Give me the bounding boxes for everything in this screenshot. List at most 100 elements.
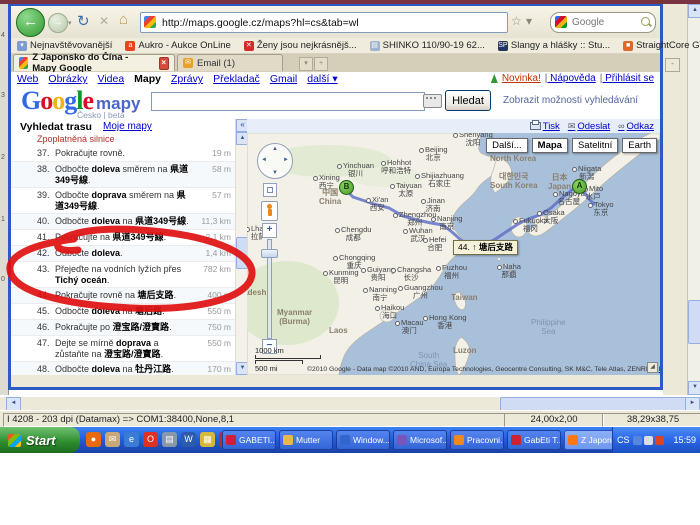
language-indicator[interactable]: CS <box>617 435 630 445</box>
direction-step[interactable]: 47. 550 m Dejte se mírně doprava a zůsta… <box>11 336 235 362</box>
direction-step[interactable]: 46. 750 m Pokračujte po 澄宝路/澄寶路. <box>11 320 235 336</box>
zoom-slider-thumb[interactable] <box>261 249 278 258</box>
bookmark-item[interactable]: a Aukro - Aukce OnLine <box>125 40 230 51</box>
scroll-left-icon[interactable]: ◄ <box>6 397 21 411</box>
direction-step[interactable]: 39. 57 m Odbočte doprava směrem na 県道349… <box>11 188 235 214</box>
google-nav-link[interactable]: Zprávy <box>171 73 203 85</box>
history-dropdown-icon[interactable]: ▾ <box>68 19 72 27</box>
google-nav-link[interactable]: Videa <box>98 73 125 85</box>
quick-launch-icon[interactable]: ✉ <box>105 432 120 447</box>
search-button[interactable]: Hledat <box>445 90 491 111</box>
tab-maps[interactable]: Z Japonsko do Čína - Mapy Google × <box>13 54 175 71</box>
task-button[interactable]: Pracovni... <box>450 430 504 450</box>
task-button[interactable]: GabEti T... <box>507 430 561 450</box>
tray-icon[interactable] <box>644 436 653 445</box>
bookmark-item[interactable]: ■ StraightCore GWP217... <box>623 40 700 51</box>
bookmark-dropdown-icon[interactable]: ▾ <box>526 14 532 28</box>
link-link[interactable]: ∞Odkaz <box>618 121 654 132</box>
tray-icon[interactable] <box>655 436 664 445</box>
map-type-button[interactable]: Další... <box>486 138 528 153</box>
task-button[interactable]: Window... <box>336 430 390 450</box>
quick-launch-icon[interactable]: ● <box>86 432 101 447</box>
direction-step[interactable]: 44. 400 m Pokračujte rovně na 塘后支路. <box>11 288 235 304</box>
pan-down-icon[interactable]: ▼ <box>272 170 278 176</box>
browser-search-box[interactable] <box>550 12 656 33</box>
map-pan-control[interactable]: ▲ ▼ ◄ ► <box>257 143 293 179</box>
new-tab-icon[interactable]: + <box>314 57 328 71</box>
quick-launch-icon[interactable]: O <box>143 432 158 447</box>
search-icon[interactable] <box>641 17 650 26</box>
bookmark-item[interactable]: ▾ Nejnavštěvovanější <box>17 40 112 51</box>
map-type-button[interactable]: Satelitní <box>572 138 618 153</box>
scroll-up-icon[interactable]: ▲ <box>688 4 700 18</box>
streetview-pegman-button[interactable] <box>261 201 278 221</box>
task-button[interactable]: Mutter <box>279 430 333 450</box>
scroll-down-icon[interactable]: ▼ <box>688 381 700 395</box>
home-icon[interactable]: ⌂ <box>119 11 128 28</box>
pan-left-icon[interactable]: ◄ <box>261 157 267 163</box>
send-link[interactable]: ✉Odeslat <box>568 121 610 132</box>
bookmark-item[interactable]: SP Slangy a hlášky :: Stu... <box>498 40 610 51</box>
search-options-link[interactable]: Zobrazit možnosti vyhledávání <box>503 95 638 106</box>
keyboard-icon[interactable] <box>423 94 442 108</box>
tab-email[interactable]: ✉ Email (1) <box>177 54 283 71</box>
google-account-link[interactable]: Přihlásit se <box>600 73 654 84</box>
direction-step[interactable]: 38. 58 m Odbočte doleva směrem na 県道349号… <box>11 162 235 188</box>
terms-link[interactable]: Podmínky použití <box>659 366 660 373</box>
zoom-in-icon[interactable]: + <box>262 223 277 238</box>
background-app-button[interactable]: - <box>665 58 680 72</box>
reload-icon[interactable]: ↻ <box>77 12 90 30</box>
pan-right-icon[interactable]: ► <box>283 157 289 163</box>
google-nav-link[interactable]: Překladač <box>213 73 260 85</box>
pan-up-icon[interactable]: ▲ <box>272 146 278 152</box>
direction-step[interactable]: 45. 550 m Odbočte doleva na 塘后路. <box>11 304 235 320</box>
bookmark-item[interactable]: ▤ SHINKO 110/90-19 62... <box>370 40 485 51</box>
quick-launch-icon[interactable]: e <box>124 432 139 447</box>
google-nav-link[interactable]: Mapy <box>134 73 161 85</box>
quick-launch-icon[interactable]: W <box>181 432 196 447</box>
location-bar[interactable] <box>140 12 508 33</box>
bookmark-item[interactable]: ✕ Ženy jsou nejkrásnějš... <box>244 40 357 51</box>
map-type-button[interactable]: Mapa <box>532 138 568 153</box>
background-horizontal-scrollbar[interactable]: ◄ ► <box>0 396 700 410</box>
close-icon[interactable]: × <box>159 57 169 70</box>
direction-step[interactable]: 37. 19 m Pokračujte rovně. <box>11 146 235 162</box>
browser-search-input[interactable] <box>570 14 638 31</box>
stop-icon[interactable]: ✕ <box>99 14 109 28</box>
google-nav-link[interactable]: další ▾ <box>307 73 337 85</box>
print-link[interactable]: Tisk <box>530 121 560 132</box>
direction-step[interactable]: 41. 2,1 km Pokračujte na 県道349号線. <box>11 230 235 246</box>
background-vertical-scrollbar[interactable]: ▲ ▼ <box>687 4 700 395</box>
google-nav-link[interactable]: Obrázky <box>48 73 87 85</box>
direction-step[interactable]: 40. 11,3 km Odbočte doleva na 県道349号線. <box>11 214 235 230</box>
back-icon[interactable]: ← <box>16 8 45 37</box>
map-type-button[interactable]: Earth <box>622 138 657 153</box>
scroll-right-icon[interactable]: ► <box>685 397 700 411</box>
map-reset-button[interactable] <box>263 183 277 197</box>
my-maps-link[interactable]: Moje mapy <box>103 121 152 132</box>
quick-launch-icon[interactable]: ▤ <box>162 432 177 447</box>
forward-icon[interactable]: → <box>48 13 68 33</box>
direction-step[interactable]: 43. 782 km Přejeďte na vodních lyžích př… <box>11 262 235 288</box>
google-account-link[interactable]: Novinka! <box>502 73 541 84</box>
horizontal-scroll-thumb[interactable] <box>500 397 688 411</box>
direction-step[interactable]: 42. 1,4 km Odbočte doleva. <box>11 246 235 262</box>
bookmark-star-icon[interactable]: ☆ <box>511 14 522 28</box>
google-account-link[interactable]: Nápověda <box>545 73 596 84</box>
marker-b[interactable]: B <box>339 180 354 195</box>
map-resize-grip-icon[interactable]: ◢ <box>647 362 658 373</box>
vertical-scroll-thumb[interactable] <box>688 300 700 344</box>
tray-icon[interactable] <box>633 436 642 445</box>
map-canvas[interactable]: Shenyang沈阳 Beijing北京 North Korea 대한민국Sou… <box>247 133 660 375</box>
list-tabs-icon[interactable]: ▾ <box>299 57 313 71</box>
quick-launch-icon[interactable]: ▦ <box>200 432 215 447</box>
direction-step[interactable]: 48. 170 m Odbočte doleva na 牡丹江路. <box>11 362 235 375</box>
task-button[interactable]: Microsof... <box>393 430 447 450</box>
gmaps-search-input[interactable] <box>151 92 425 111</box>
google-nav-link[interactable]: Gmail <box>270 73 297 85</box>
google-nav-link[interactable]: Web <box>17 73 38 85</box>
url-input[interactable] <box>160 13 504 32</box>
marker-a[interactable]: A <box>572 179 587 194</box>
start-button[interactable]: Start <box>0 427 80 453</box>
task-button[interactable]: GABETI... <box>222 430 276 450</box>
